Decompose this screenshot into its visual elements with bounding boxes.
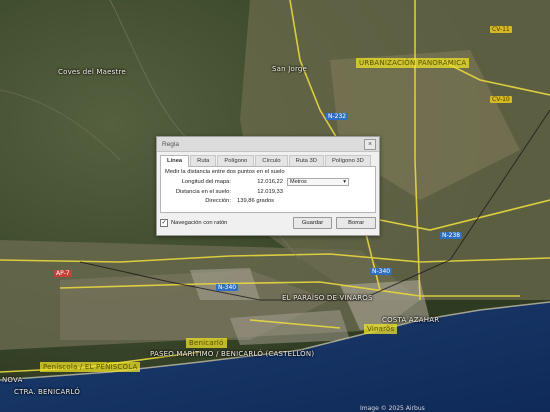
tab-line[interactable]: Línea (160, 155, 190, 167)
unit-select[interactable]: Metros ▾ (287, 178, 349, 186)
road-shield-cv10: CV-10 (490, 96, 512, 103)
road-shield-n232: N-232 (326, 113, 349, 120)
map-label-nova: NOVA (2, 376, 23, 384)
ruler-dialog: Regla × Línea Ruta Polígono Círculo Ruta… (156, 136, 380, 236)
map-label-vinaros: Vinaròs (364, 324, 398, 334)
tab-3d-polygon[interactable]: Polígono 3D (324, 155, 371, 166)
heading-row: Dirección: 139,86 grados (165, 198, 371, 204)
map-label-peniscola: Peníscola / EL PEÑISCOLA (40, 362, 141, 372)
mouse-navigation-checkbox[interactable]: ✓ (160, 219, 168, 227)
heading-value: 139,86 grados (237, 198, 275, 204)
map-length-label: Longitud del mapa: (181, 179, 231, 185)
panel-description: Medir la distancia entre dos puntos en e… (165, 169, 285, 175)
map-label-ctra: PASEO MARÍTIMO / BENICARLÓ (CASTELLÓN) (150, 350, 315, 358)
unit-select-value: Metros (290, 179, 307, 185)
map-label-san-jorge: San Jorge (272, 65, 308, 73)
ground-length-value: 12.019,33 (257, 189, 283, 195)
dialog-footer: ✓ Navegación con ratón Guardar Borrar (160, 217, 376, 229)
save-button[interactable]: Guardar (292, 217, 333, 229)
mouse-navigation-label: Navegación con ratón (171, 220, 228, 226)
close-icon[interactable]: × (364, 138, 376, 150)
tab-path[interactable]: Ruta (190, 155, 217, 166)
road-shield-ap7: AP-7 (54, 270, 72, 277)
map-label-benicarlo: Benicarló (186, 338, 227, 348)
map-length-row: Longitud del mapa: 12.016,22 Metros ▾ (165, 178, 371, 186)
tab-3d-path[interactable]: Ruta 3D (288, 155, 324, 166)
tab-polygon[interactable]: Polígono (217, 155, 255, 166)
map-label-ctra2: CTRA. BENICARLÓ (14, 388, 81, 396)
ground-length-label: Distancia en el suelo: (175, 189, 231, 195)
map-label-costa-azahar: COSTA AZAHAR (382, 316, 440, 324)
line-panel: Medir la distancia entre dos puntos en e… (160, 167, 376, 213)
chevron-down-icon: ▾ (343, 179, 346, 185)
dialog-titlebar[interactable]: Regla × (157, 137, 379, 152)
imagery-credit: Image © 2025 Airbus (360, 405, 425, 412)
map-label-coves: Coves del Maestre (58, 68, 126, 76)
tab-circle[interactable]: Círculo (255, 155, 288, 166)
map-label-urbanizacion: URBANIZACIÓN PANORÀMICA (356, 58, 470, 68)
ground-length-row: Distancia en el suelo: 12.019,33 (165, 189, 371, 195)
road-shield-cv11: CV-11 (490, 26, 512, 33)
road-shield-n340b: N-340 (216, 284, 239, 291)
road-shield-n340: N-340 (370, 268, 393, 275)
dialog-title: Regla (162, 140, 179, 148)
mouse-navigation-toggle[interactable]: ✓ Navegación con ratón (160, 219, 289, 227)
map-length-value: 12.016,22 (257, 179, 283, 185)
heading-label: Dirección: (205, 198, 231, 204)
clear-button[interactable]: Borrar (336, 217, 376, 229)
tab-bar: Línea Ruta Polígono Círculo Ruta 3D Polí… (160, 155, 376, 167)
road-shield-n238: N-238 (440, 232, 463, 239)
map-label-paraiso: EL PARAÍSO DE VINARÒS (282, 294, 373, 302)
